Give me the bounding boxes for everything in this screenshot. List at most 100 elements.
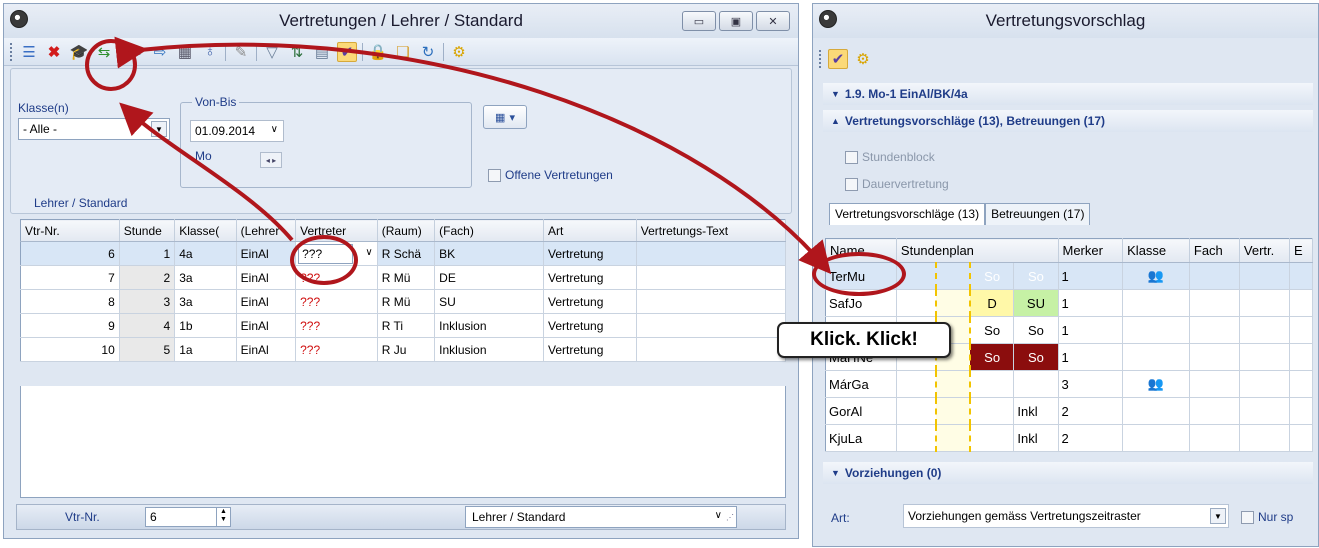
close-button[interactable]: ✕ xyxy=(756,11,790,31)
cell-klasse: 👥 xyxy=(1122,262,1190,290)
offene-checkbox[interactable]: Offene Vertretungen xyxy=(488,168,613,183)
chevron-down-icon[interactable]: ▼ xyxy=(151,121,167,137)
cell-stunde: 4 xyxy=(119,313,176,338)
cell-slot: So xyxy=(969,316,1015,344)
cell-fach: BK xyxy=(434,241,545,266)
tab-vorschlaege[interactable]: Vertretungsvorschläge (13) xyxy=(829,203,986,225)
vorschlaege-section[interactable]: ▲ Vertretungsvorschläge (13), Betreuungen… xyxy=(823,110,1313,132)
minimize-button[interactable]: ▭ xyxy=(682,11,716,31)
vonbis-group xyxy=(180,102,472,188)
tab-betreuungen[interactable]: Betreuungen (17) xyxy=(985,203,1091,225)
cell-fach xyxy=(1189,424,1240,452)
edit-check-icon[interactable]: ✔ xyxy=(337,41,357,62)
document-settings-icon[interactable]: ❏ xyxy=(393,42,413,62)
table-row[interactable]: 6 1 4a EinAl ??? ∨ R Schä BK Vertretung xyxy=(20,241,787,266)
nur-check[interactable] xyxy=(1241,511,1254,525)
col-klasse[interactable]: Klasse xyxy=(1122,238,1190,263)
list-icon[interactable]: ☰ xyxy=(19,42,39,62)
col-klasse[interactable]: Klasse( xyxy=(174,219,237,242)
col-stunde[interactable]: Stunde xyxy=(119,219,176,242)
col-raum[interactable]: (Raum) xyxy=(377,219,436,242)
cell-vertreter[interactable]: ??? xyxy=(295,313,378,338)
col-art[interactable]: Art xyxy=(543,219,637,242)
stundenblock-check[interactable] xyxy=(845,151,858,165)
date-value: 01.09.2014 xyxy=(195,124,256,138)
vorziehungen-section[interactable]: ▼ Vorziehungen (0) xyxy=(823,462,1313,484)
status-vtrnr-input[interactable]: 6 ▲ ▼ xyxy=(145,507,231,527)
table-row[interactable]: 7 2 3a EinAl ??? R Mü DE Vertretung xyxy=(20,265,787,290)
date-picker[interactable]: 01.09.2014 ∨ xyxy=(190,120,284,142)
callout-bubble: Klick. Klick! xyxy=(777,322,951,358)
cell-vertreter[interactable]: ??? xyxy=(295,337,378,362)
cell-klasse: 1b xyxy=(174,313,237,338)
gear-icon[interactable]: ⚙ xyxy=(853,49,873,69)
cell-e xyxy=(1289,316,1314,344)
col-lehrer[interactable]: (Lehrer xyxy=(236,219,297,242)
cell-vertr xyxy=(1239,343,1290,371)
dauer-check[interactable] xyxy=(845,178,858,192)
tools-icon[interactable]: ✎ xyxy=(231,42,251,62)
col-text[interactable]: Vertretungs-Text xyxy=(636,219,787,242)
result-tabs: Vertretungsvorschläge (13) Betreuungen (… xyxy=(829,203,1091,225)
toolbar-separator xyxy=(362,42,363,61)
gear-icon[interactable]: ⚙ xyxy=(449,42,469,62)
offene-check[interactable] xyxy=(488,169,501,183)
table-row[interactable]: 8 3 3a EinAl ??? R Mü SU Vertretung xyxy=(20,289,787,314)
maximize-button[interactable]: ▣ xyxy=(719,11,753,31)
cell-art: Vertretung xyxy=(543,241,637,266)
cell-slot: Inkl xyxy=(1013,397,1059,425)
calculator-icon[interactable]: ▦ xyxy=(175,42,195,62)
cell-vertreter[interactable]: ??? xyxy=(295,289,378,314)
status-view-select[interactable]: Lehrer / Standard ∨ ⋰ xyxy=(465,506,737,528)
calendar-icon: ▦ xyxy=(495,111,506,124)
cell-vertr xyxy=(1239,316,1290,344)
col-stundenplan[interactable]: Stundenplan xyxy=(896,238,1059,263)
table-row[interactable]: SafJo D SU 1 xyxy=(825,289,1314,317)
calendar-menu-button[interactable]: ▦ ▾ xyxy=(483,105,527,129)
col-vtrnr[interactable]: Vtr-Nr. xyxy=(20,219,120,242)
chevron-up-icon: ▲ xyxy=(831,116,840,126)
col-vertr[interactable]: Vertr. xyxy=(1239,238,1290,263)
col-e[interactable]: E xyxy=(1289,238,1314,263)
lock-icon[interactable]: 🔒 xyxy=(368,42,388,62)
col-fach[interactable]: Fach xyxy=(1189,238,1240,263)
stethoscope-icon[interactable]: ♁ xyxy=(200,42,220,62)
art-select[interactable]: Vorziehungen gemäss Vertretungszeitraste… xyxy=(903,504,1229,528)
lesson-header[interactable]: ▼ 1.9. Mo-1 EinAl/BK/4a xyxy=(823,83,1313,105)
chevron-down-icon[interactable]: ∨ xyxy=(271,124,278,135)
toolbar-grip xyxy=(819,50,823,68)
number-spinner[interactable]: ▲ ▼ xyxy=(216,508,230,526)
highlight-ring-hat xyxy=(85,39,137,91)
sort-icon[interactable]: ⇅ xyxy=(287,42,307,62)
table-row[interactable]: GorAl Inkl 2 xyxy=(825,397,1314,425)
table-row[interactable]: 10 5 1a EinAl ??? R Ju Inklusion Vertret… xyxy=(20,337,787,362)
edit-check-icon[interactable]: ✔ xyxy=(828,49,848,69)
dauer-checkbox[interactable]: Dauervertretung xyxy=(845,177,949,192)
print-preview-icon[interactable]: ▤ xyxy=(312,42,332,62)
right-window-title: Vertretungsvorschlag xyxy=(985,11,1146,30)
cell-slot xyxy=(935,262,971,290)
import-icon[interactable]: ⇨ xyxy=(150,42,170,62)
vorziehungen-title: Vorziehungen (0) xyxy=(844,466,942,480)
klasse-select[interactable]: - Alle - ▼ xyxy=(18,118,170,140)
chevron-down-icon[interactable]: ∨ xyxy=(365,247,372,258)
col-fach[interactable]: (Fach) xyxy=(434,219,545,242)
filter-icon[interactable]: ▽ xyxy=(262,42,282,62)
table-row[interactable]: KjuLa Inkl 2 xyxy=(825,424,1314,452)
cell-e xyxy=(1289,370,1314,398)
cell-slot: Inkl xyxy=(1013,424,1059,452)
table-row[interactable]: 9 4 1b EinAl ??? R Ti Inklusion Vertretu… xyxy=(20,313,787,338)
day-stepper[interactable]: ◂ ▸ xyxy=(260,152,282,168)
chevron-down-icon[interactable]: ∨ xyxy=(715,510,722,521)
table-row[interactable]: MárGa 3 👥 xyxy=(825,370,1314,398)
delete-icon[interactable]: ✖ xyxy=(44,42,64,62)
col-merker[interactable]: Merker xyxy=(1058,238,1124,263)
refresh-icon[interactable]: ↻ xyxy=(418,42,438,62)
chevron-down-icon[interactable]: ▼ xyxy=(1210,508,1226,524)
stundenblock-checkbox[interactable]: Stundenblock xyxy=(845,150,935,165)
window-controls: ▭ ▣ ✕ xyxy=(682,11,790,31)
cell-nr: 6 xyxy=(20,241,120,266)
nur-checkbox[interactable]: Nur sp xyxy=(1241,510,1293,525)
resize-grip-icon: ⋰ xyxy=(726,513,734,522)
cell-text xyxy=(636,241,787,266)
